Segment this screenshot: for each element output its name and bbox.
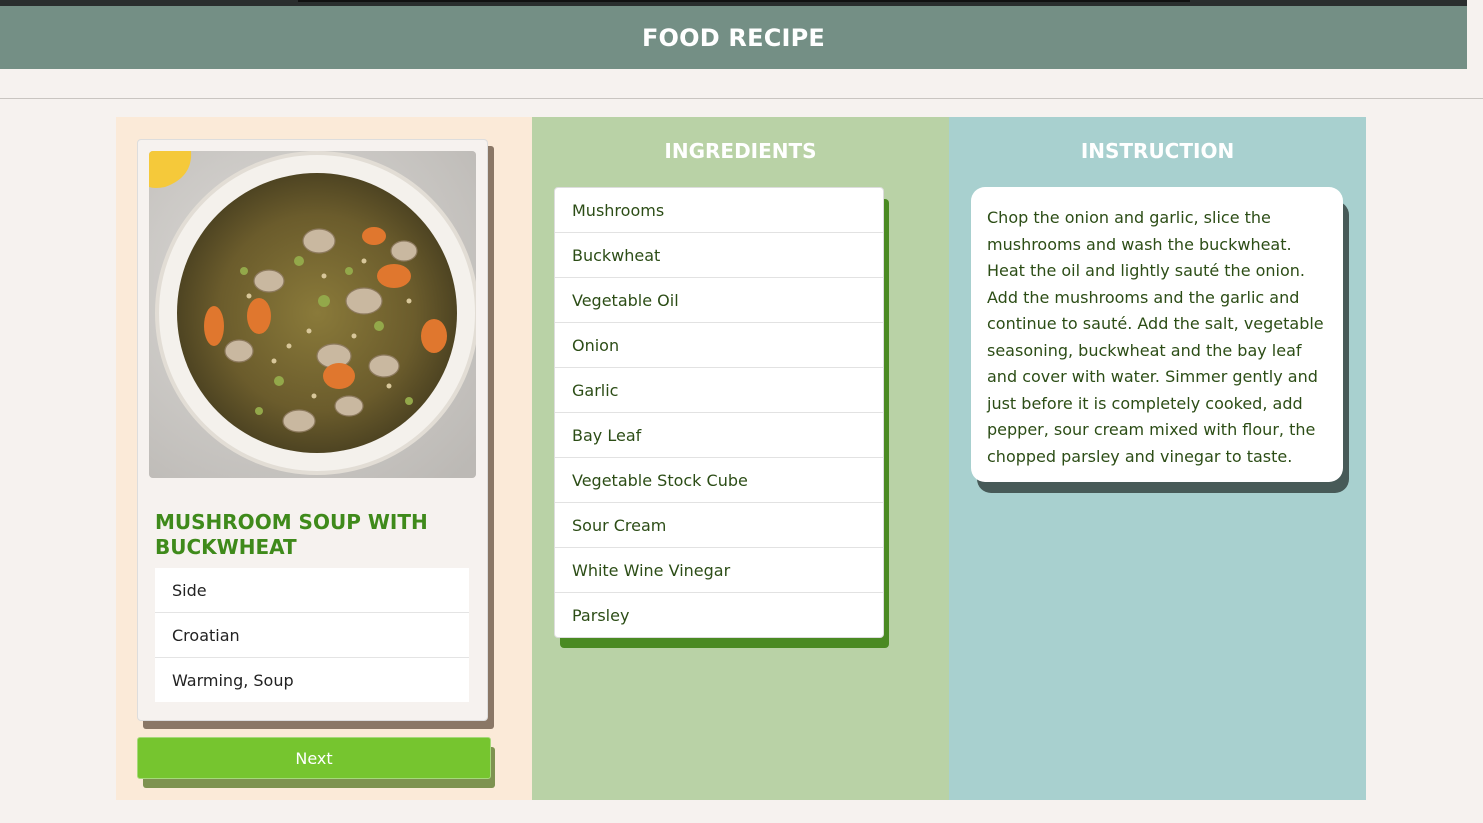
- list-item: Bay Leaf: [555, 413, 883, 458]
- list-item: Garlic: [555, 368, 883, 413]
- list-item: Mushrooms: [555, 188, 883, 233]
- recipe-photo: [149, 151, 476, 478]
- list-item: Onion: [555, 323, 883, 368]
- recipe-area: Croatian: [155, 613, 469, 658]
- list-item: Parsley: [572, 605, 630, 625]
- ingredients-heading: INGREDIENTS: [664, 139, 817, 163]
- instruction-panel: INSTRUCTION Chop the onion and garlic, s…: [949, 117, 1366, 800]
- soup-bowl-image: [149, 151, 476, 478]
- instruction-text: Chop the onion and garlic, slice the mus…: [971, 187, 1343, 482]
- list-item: Vegetable Oil: [555, 278, 883, 323]
- list-item: White Wine Vinegar: [555, 548, 883, 593]
- instruction-heading: INSTRUCTION: [1080, 139, 1235, 163]
- ingredients-panel: INGREDIENTS Mushrooms Buckwheat Vegetabl…: [532, 117, 949, 800]
- recipe-card: MUSHROOM SOUP WITH BUCKWHEAT Side Croati…: [137, 139, 488, 721]
- recipe-meta-list: Side Croatian Warming, Soup: [155, 568, 469, 702]
- recipe-tags: Warming, Soup: [172, 670, 294, 690]
- recipe-title: MUSHROOM SOUP WITH BUCKWHEAT: [155, 510, 428, 559]
- ingredients-list: Mushrooms Buckwheat Vegetable Oil Onion …: [554, 187, 884, 638]
- list-item: Buckwheat: [555, 233, 883, 278]
- next-button[interactable]: Next: [137, 737, 491, 779]
- page-title: FOOD RECIPE: [641, 23, 826, 52]
- list-item: Sour Cream: [555, 503, 883, 548]
- recipe-panel: MUSHROOM SOUP WITH BUCKWHEAT Side Croati…: [116, 117, 532, 800]
- browser-top-strip-inner: [298, 0, 1190, 2]
- app-header: FOOD RECIPE: [0, 6, 1467, 69]
- list-item: Vegetable Stock Cube: [555, 458, 883, 503]
- recipe-category: Side: [155, 568, 469, 613]
- header-divider: [0, 98, 1483, 99]
